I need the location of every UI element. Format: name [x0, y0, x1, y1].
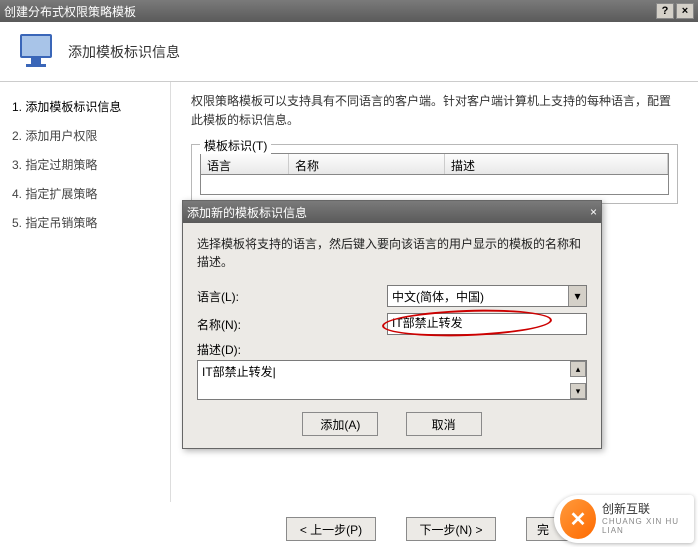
- brand-sub: CHUANG XIN HU LIAN: [602, 517, 694, 536]
- name-label: 名称(N):: [197, 316, 267, 333]
- computer-icon: [16, 32, 56, 72]
- cancel-button[interactable]: 取消: [406, 412, 482, 436]
- template-id-fieldset: 模板标识(T) 语言 名称 描述: [191, 144, 678, 204]
- next-button[interactable]: 下一步(N) >: [406, 517, 496, 541]
- table-header: 语言 名称 描述: [200, 153, 669, 175]
- dialog-close-button[interactable]: ×: [590, 205, 597, 219]
- wizard-header: 添加模板标识信息: [0, 22, 698, 82]
- dialog-title: 添加新的模板标识信息: [187, 204, 590, 221]
- language-label: 语言(L):: [197, 288, 267, 305]
- prev-button[interactable]: < 上一步(P): [286, 517, 376, 541]
- desc-textarea[interactable]: IT部禁止转发|: [197, 360, 587, 400]
- dialog-buttons: 添加(A) 取消: [197, 412, 587, 436]
- table-body: [200, 175, 669, 195]
- sidebar-item-extension[interactable]: 4. 指定扩展策略: [0, 179, 170, 208]
- language-row: 语言(L): 中文(简体，中国) ▾: [197, 285, 587, 307]
- col-language[interactable]: 语言: [201, 154, 289, 174]
- window-titlebar: 创建分布式权限策略模板 ? ×: [0, 0, 698, 22]
- sidebar-item-revocation[interactable]: 5. 指定吊销策略: [0, 208, 170, 237]
- dialog-body: 选择模板将支持的语言，然后键入要向该语言的用户显示的模板的名称和描述。 语言(L…: [183, 223, 601, 448]
- name-input[interactable]: IT部禁止转发: [387, 313, 587, 335]
- add-button[interactable]: 添加(A): [302, 412, 378, 436]
- content-description: 权限策略模板可以支持具有不同语言的客户端。针对客户端计算机上支持的每种语言，配置…: [191, 92, 678, 130]
- logo-icon: ✕: [560, 499, 596, 539]
- brand-name: 创新互联: [602, 502, 694, 516]
- close-button[interactable]: ×: [676, 3, 694, 19]
- sidebar-item-user-rights[interactable]: 2. 添加用户权限: [0, 121, 170, 150]
- page-title: 添加模板标识信息: [68, 42, 180, 62]
- scroll-up-icon[interactable]: ▴: [570, 361, 586, 377]
- sidebar-item-identity[interactable]: 1. 添加模板标识信息: [0, 92, 170, 121]
- col-description[interactable]: 描述: [445, 154, 668, 174]
- chevron-down-icon: ▾: [568, 286, 586, 306]
- window-title: 创建分布式权限策略模板: [4, 3, 654, 20]
- col-name[interactable]: 名称: [289, 154, 445, 174]
- sidebar-item-expiry[interactable]: 3. 指定过期策略: [0, 150, 170, 179]
- wizard-sidebar: 1. 添加模板标识信息 2. 添加用户权限 3. 指定过期策略 4. 指定扩展策…: [0, 82, 170, 502]
- brand-logo: ✕ 创新互联 CHUANG XIN HU LIAN: [554, 495, 694, 543]
- fieldset-legend: 模板标识(T): [200, 137, 271, 154]
- dialog-titlebar: 添加新的模板标识信息 ×: [183, 201, 601, 223]
- dialog-description: 选择模板将支持的语言，然后键入要向该语言的用户显示的模板的名称和描述。: [197, 235, 587, 271]
- language-select[interactable]: 中文(简体，中国) ▾: [387, 285, 587, 307]
- name-row: 名称(N): IT部禁止转发: [197, 313, 587, 335]
- desc-label: 描述(D):: [197, 341, 267, 358]
- scroll-down-icon[interactable]: ▾: [570, 383, 586, 399]
- desc-row: 描述(D): IT部禁止转发| ▴ ▾: [197, 341, 587, 400]
- add-template-dialog: 添加新的模板标识信息 × 选择模板将支持的语言，然后键入要向该语言的用户显示的模…: [182, 200, 602, 449]
- help-button[interactable]: ?: [656, 3, 674, 19]
